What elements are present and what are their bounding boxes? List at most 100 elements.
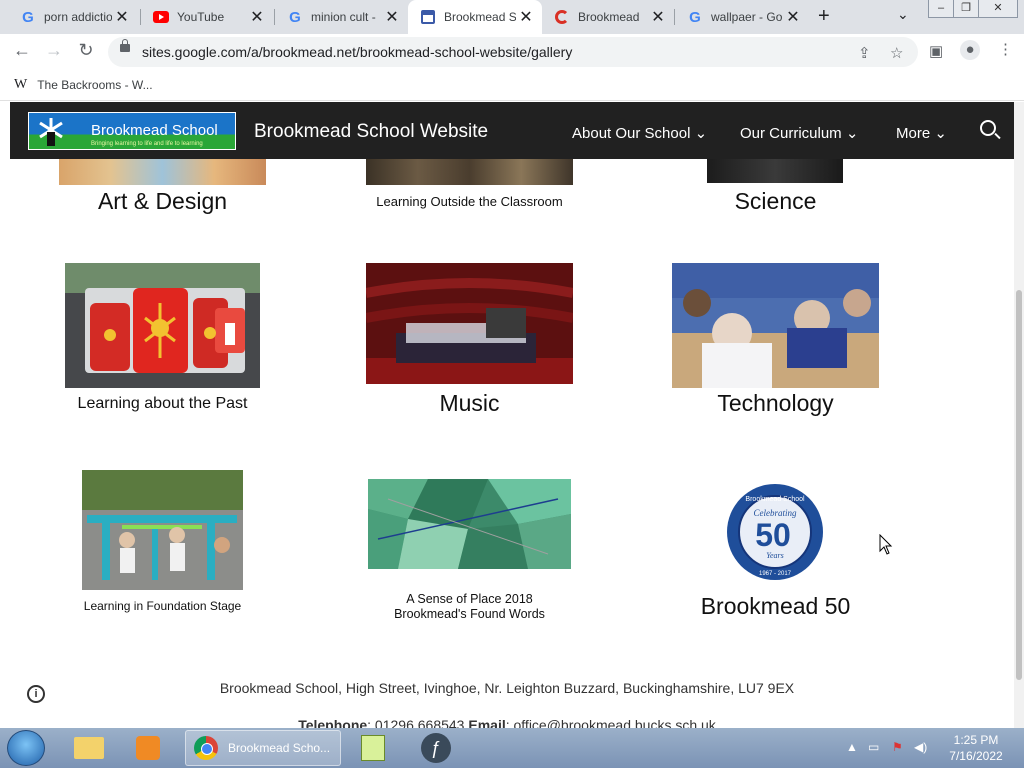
address-bar[interactable]: sites.google.com/a/brookmead.net/brookme…: [108, 37, 918, 67]
site-header: Brookmead School Bringing learning to li…: [10, 102, 1014, 159]
badge-years-text: 1967 - 2017: [759, 571, 792, 577]
chevron-down-icon: ⌄: [845, 125, 859, 142]
maximize-icon[interactable]: ❐: [953, 0, 979, 18]
spreadsheet-app-icon[interactable]: [347, 730, 399, 766]
logo-text: Brookmead School: [91, 122, 218, 139]
badge-sub-text: Years: [766, 551, 784, 560]
site-title[interactable]: Brookmead School Website: [254, 121, 488, 143]
telephone-number: : 01296 668543: [367, 717, 465, 728]
gallery-caption[interactable]: Science: [672, 188, 879, 215]
close-icon[interactable]: ✕: [648, 7, 668, 27]
star-icon[interactable]: ☆: [890, 44, 903, 62]
gallery-caption[interactable]: Learning in Foundation Stage: [62, 599, 263, 613]
nav-our-curriculum[interactable]: Our Curriculum ⌄: [740, 124, 858, 142]
logo-tagline: Bringing learning to life and life to le…: [91, 141, 203, 147]
page-scrollbar[interactable]: [1014, 102, 1024, 728]
footer-address: Brookmead School, High Street, Ivinghoe,…: [219, 680, 795, 696]
google-icon: G: [689, 8, 701, 26]
share-icon[interactable]: ⇪: [858, 44, 871, 62]
forward-icon[interactable]: →: [42, 40, 66, 61]
bookmarks-bar: W The Backrooms - W...: [0, 70, 1024, 101]
foundation-stage-image[interactable]: [82, 470, 243, 590]
profile-icon[interactable]: ●: [960, 40, 980, 60]
email-address[interactable]: : office@brookmead.bucks.sch.uk: [506, 717, 716, 728]
close-icon[interactable]: ✕: [112, 7, 132, 27]
menu-icon[interactable]: ⋮: [998, 40, 1013, 58]
tab-title: wallpaer - Go: [711, 10, 783, 24]
chevron-down-icon: ⌄: [934, 125, 947, 142]
nav-label: About Our School: [572, 125, 691, 142]
tab-wallpaer[interactable]: G wallpaer - Go ✕: [675, 0, 809, 34]
close-icon[interactable]: ✕: [516, 7, 536, 27]
footer-contact: Telephone: 01296 668543 Email: office@br…: [0, 717, 1014, 728]
network-icon[interactable]: ▭: [868, 740, 879, 754]
browser-toolbar: ← → ↻ sites.google.com/a/brookmead.net/b…: [0, 34, 1024, 70]
chevron-down-icon[interactable]: ⌄: [897, 6, 909, 23]
gallery-caption[interactable]: Learning Outside the Classroom: [346, 194, 593, 209]
music-image[interactable]: [366, 263, 573, 384]
nav-more[interactable]: More ⌄: [896, 124, 947, 142]
tab-minion-cult[interactable]: G minion cult - ✕: [275, 0, 408, 34]
tab-title: Brookmead: [578, 10, 640, 24]
nav-about-our-school[interactable]: About Our School ⌄: [572, 124, 707, 142]
tray-arrow-icon[interactable]: ▲: [846, 740, 858, 754]
chevron-down-icon: ⌄: [694, 125, 708, 142]
minimize-icon[interactable]: –: [928, 0, 954, 18]
volume-icon[interactable]: ◀): [914, 740, 927, 754]
youtube-icon: [153, 9, 169, 25]
tab-youtube[interactable]: YouTube ✕: [141, 0, 273, 34]
scrollbar-thumb[interactable]: [1016, 290, 1022, 680]
url-text: sites.google.com/a/brookmead.net/brookme…: [142, 44, 573, 60]
start-button-icon[interactable]: [7, 730, 45, 766]
sidebar-icon[interactable]: ▣: [929, 42, 943, 60]
brookmead-50-badge-image[interactable]: Brookmead School Celebrating 50 Years 19…: [725, 483, 825, 581]
school-logo[interactable]: Brookmead School Bringing learning to li…: [28, 112, 236, 150]
caption-line: Brookmead's Found Words: [394, 607, 545, 621]
system-clock[interactable]: 1:25 PM 7/16/2022: [936, 732, 1016, 764]
flash-icon[interactable]: ƒ: [410, 730, 462, 766]
tab-title: Brookmead S: [444, 10, 516, 24]
close-icon[interactable]: ✕: [783, 7, 803, 27]
chrome-icon: [194, 736, 218, 760]
email-label: Email: [468, 717, 506, 728]
tab-porn-addiction[interactable]: G porn addictio ✕: [8, 0, 138, 34]
explorer-icon[interactable]: [63, 730, 115, 766]
roman-shields-image[interactable]: [65, 263, 260, 388]
badge-top-text: Brookmead School: [745, 496, 805, 503]
google-icon: G: [22, 8, 34, 26]
wikipedia-icon: W: [14, 77, 28, 92]
nav-label: More: [896, 125, 931, 142]
bookmark-backrooms[interactable]: The Backrooms - W...: [37, 78, 152, 92]
badge-number: 50: [755, 517, 791, 553]
tab-title: porn addictio: [44, 10, 112, 24]
clock-time: 1:25 PM: [953, 733, 999, 747]
cursor-icon: [879, 534, 893, 555]
close-icon[interactable]: ✕: [382, 7, 402, 27]
google-icon: G: [289, 8, 301, 26]
media-player-icon[interactable]: [122, 730, 174, 766]
tab-title: minion cult -: [311, 10, 376, 24]
gallery-caption[interactable]: Technology: [672, 390, 879, 417]
reload-icon[interactable]: ↻: [74, 40, 98, 61]
gallery-caption[interactable]: Art & Design: [59, 188, 266, 215]
technology-image[interactable]: [672, 263, 879, 388]
gallery-caption[interactable]: A Sense of Place 2018 Brookmead's Found …: [348, 592, 591, 622]
close-window-icon[interactable]: ✕: [978, 0, 1018, 18]
sites-icon: [420, 9, 436, 25]
search-icon[interactable]: [980, 120, 996, 136]
tab-brookmead-active[interactable]: Brookmead S ✕: [408, 0, 542, 34]
close-icon[interactable]: ✕: [247, 7, 267, 27]
taskbar-chrome-app[interactable]: Brookmead Scho...: [185, 730, 341, 766]
tab-brookmead[interactable]: Brookmead ✕: [542, 0, 674, 34]
gallery-caption[interactable]: Learning about the Past: [45, 395, 280, 413]
gallery-caption[interactable]: Music: [366, 390, 573, 417]
taskbar-app-label: Brookmead Scho...: [228, 741, 331, 755]
back-icon[interactable]: ←: [10, 40, 34, 61]
sense-of-place-image[interactable]: [368, 479, 571, 569]
lock-icon: [120, 39, 130, 52]
page-content: Art & Design Learning Outside the Classr…: [0, 102, 1014, 728]
new-tab-icon[interactable]: +: [818, 5, 830, 28]
nav-label: Our Curriculum: [740, 125, 842, 142]
gallery-caption[interactable]: Brookmead 50: [672, 593, 879, 620]
action-center-icon[interactable]: ⚑: [892, 740, 903, 754]
